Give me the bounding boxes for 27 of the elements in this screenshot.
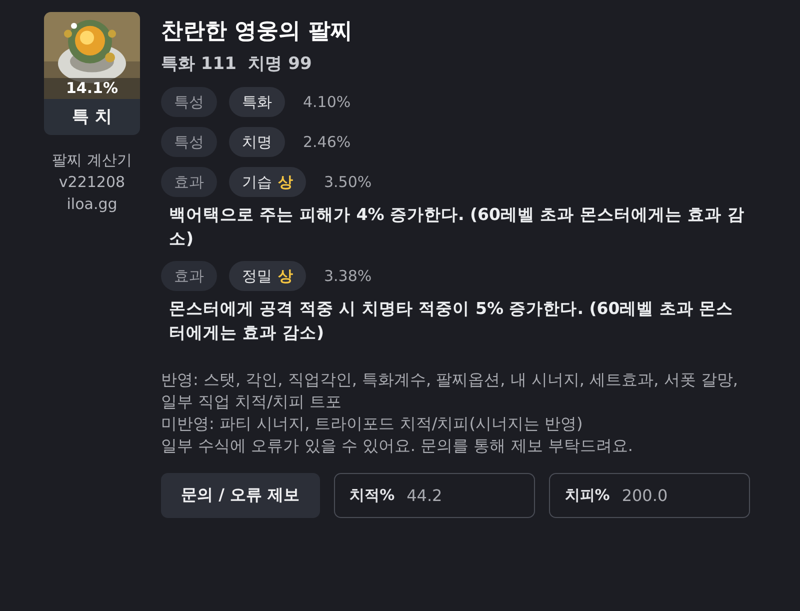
report-button[interactable]: 문의 / 오류 제보 [161,473,320,518]
app-info-text: iloa.gg [66,194,118,215]
app-info-text: v221208 [58,172,126,193]
option-value: 4.10% [303,93,351,111]
input-field[interactable]: 치피% 200.0 [548,473,750,518]
app-info-text: 팔찌 계산기 [52,150,132,171]
input-field[interactable]: 치적% 44.2 [334,473,535,518]
category-chip: 특성 [161,87,217,117]
effect-description: 백어택으로 주는 피해가 4% 증가한다. (60레벨 초과 몬스터에게는 효과 감소) [169,204,746,250]
note-text: 일부 수식에 오류가 있을 수 있어요. 문의를 통해 제보 부탁드려요. [161,435,634,457]
option-chip: 특화 [229,87,285,117]
option-chip: 정밀 상 [229,261,306,291]
note-text: 미반영: 파티 시너지, 트라이포드 치적/치피(시너지는 반영) [161,413,584,435]
category-chip: 효과 [161,167,217,197]
option-chip: 기습 상 [229,167,306,197]
option-value: 3.50% [324,173,372,191]
item-tag: 특 치 [44,99,140,135]
category-chip: 특성 [161,127,217,157]
option-chip: 치명 [229,127,285,157]
category-chip: 효과 [161,261,217,291]
item-title: 찬란한 영웅의 팔찌 [161,18,354,46]
option-value: 3.38% [324,267,372,285]
percentage-label: 14.1% [44,78,140,99]
effect-description: 몬스터에게 공격 적중 시 치명타 적중이 5% 증가한다. (60레벨 초과 몬스터에게는 효과 감소) [169,298,734,344]
item-stats: 특화 111 치명 99 [161,53,313,75]
option-value: 2.46% [303,133,351,151]
note-text: 반영: 스탯, 각인, 직업각인, 특화계수, 팔찌옵션, 내 시너지, 세트효과, 서폿 갈망, 일부 직업 치적/치피 트포 [161,369,739,413]
